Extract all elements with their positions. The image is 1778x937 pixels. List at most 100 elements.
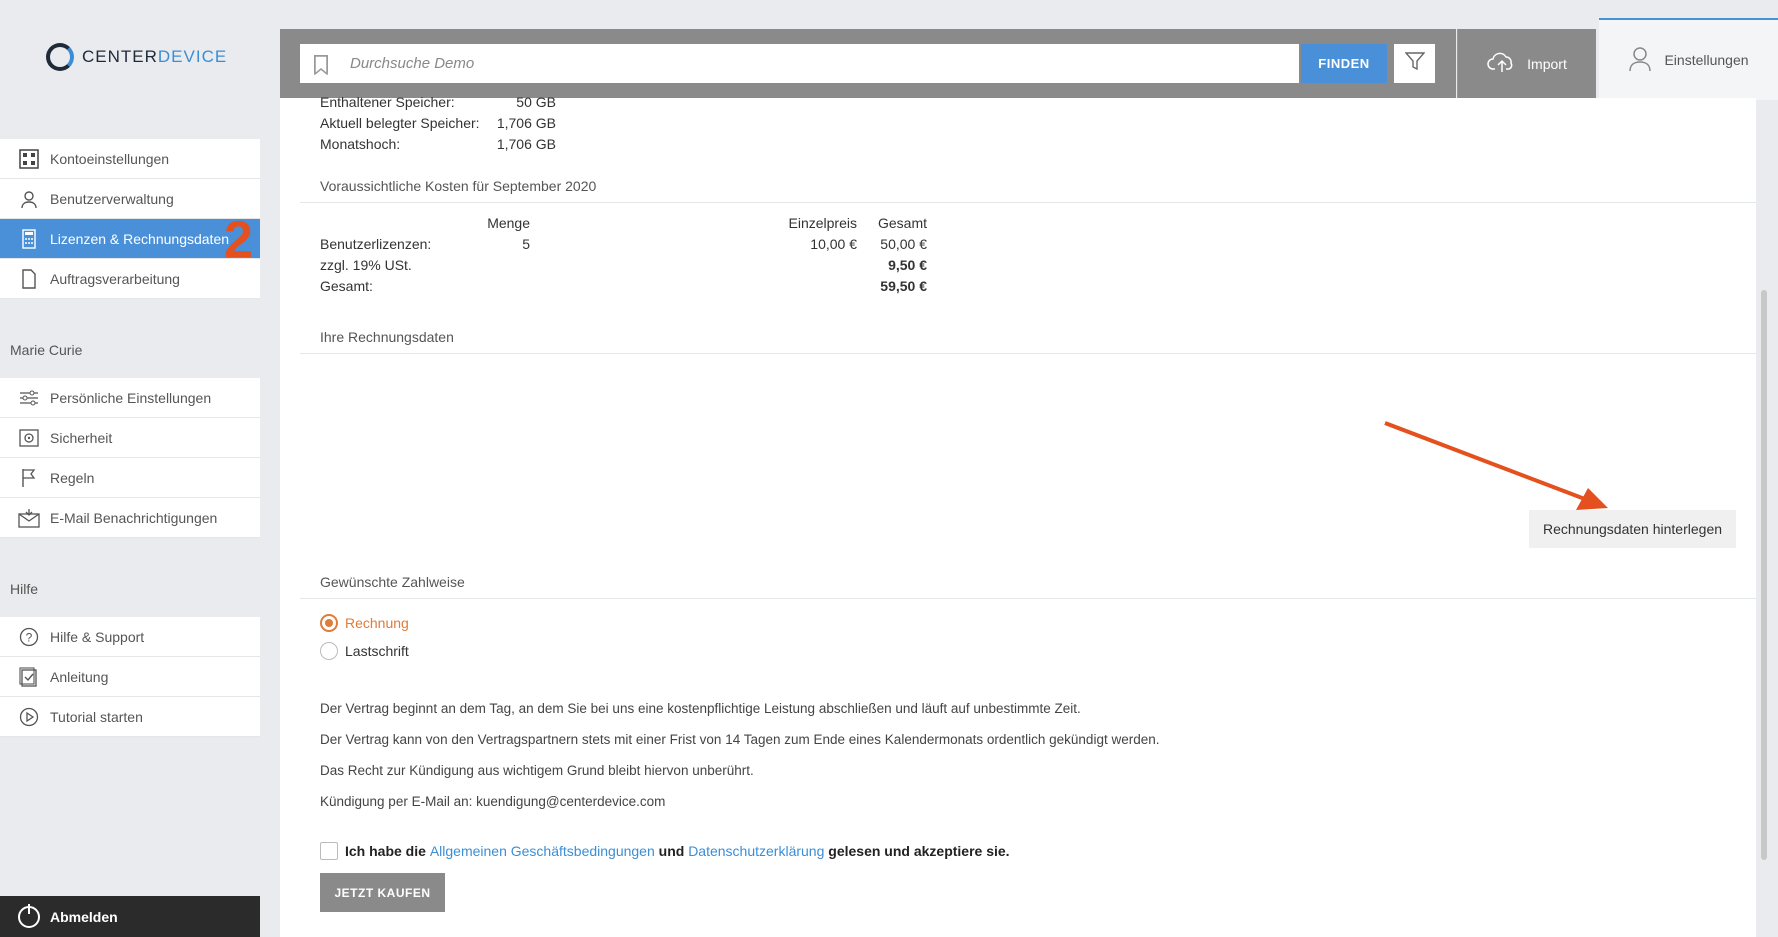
sidebar-item-label: Persönliche Einstellungen xyxy=(50,389,212,406)
contract-paragraph-3: Das Recht zur Kündigung aus wichtigem Gr… xyxy=(320,763,754,778)
safe-icon xyxy=(18,427,40,449)
import-button[interactable]: Import xyxy=(1457,29,1596,98)
top-bar: FINDEN xyxy=(280,29,1456,98)
sidebar-item-sicherheit[interactable]: Sicherheit xyxy=(0,418,260,458)
help-menu: ? Hilfe & Support Anleitung Tutorial sta… xyxy=(0,617,260,737)
contract-paragraph-2: Der Vertrag kann von den Vertragspartner… xyxy=(320,732,1160,747)
sidebar-item-label: Hilfe & Support xyxy=(50,628,145,645)
filter-button[interactable] xyxy=(1394,44,1435,83)
contract-paragraph-4: Kündigung per E-Mail an: kuendigung@cent… xyxy=(320,794,666,809)
user-menu: Persönliche Einstellungen Sicherheit Reg… xyxy=(0,378,260,538)
search-box xyxy=(300,44,1299,83)
storage-label-included: Enthaltener Speicher: xyxy=(320,94,455,110)
sidebar-item-anleitung[interactable]: Anleitung xyxy=(0,657,260,697)
storage-label-peak: Monatshoch: xyxy=(320,136,401,152)
svg-text:?: ? xyxy=(26,630,33,644)
settings-label: Einstellungen xyxy=(1664,52,1749,68)
sidebar-item-label: Kontoeinstellungen xyxy=(50,150,170,167)
sidebar-item-label: Tutorial starten xyxy=(50,708,143,725)
sidebar: CENTERDEVICE Kontoeinstellungen Benutzer… xyxy=(0,0,260,937)
search-input[interactable] xyxy=(350,55,1250,72)
settings-tab[interactable]: Einstellungen xyxy=(1599,18,1778,100)
radio-rechnung[interactable] xyxy=(320,614,338,632)
radio-lastschrift-label[interactable]: Lastschrift xyxy=(345,643,409,659)
costs-title: Voraussichtliche Kosten für September 20… xyxy=(320,178,597,194)
flag-icon xyxy=(18,467,40,489)
bookmark-icon[interactable] xyxy=(314,54,328,75)
sidebar-item-label: Anleitung xyxy=(50,668,109,685)
storage-value-included: 50 GB xyxy=(516,94,556,110)
calculator-icon xyxy=(18,228,40,250)
logo-icon xyxy=(46,43,74,71)
sidebar-item-label: Auftragsverarbeitung xyxy=(50,270,180,287)
costs-sum-total: 59,50 € xyxy=(880,278,927,294)
sidebar-item-label: Sicherheit xyxy=(50,429,113,446)
privacy-link[interactable]: Datenschutzerklärung xyxy=(688,843,824,859)
sidebar-item-hilfe-support[interactable]: ? Hilfe & Support xyxy=(0,617,260,657)
cloud-upload-icon xyxy=(1487,51,1517,76)
logout-button[interactable]: Abmelden xyxy=(0,896,260,937)
terms-checkbox[interactable] xyxy=(320,842,338,860)
question-icon: ? xyxy=(18,626,40,648)
costs-header-qty: Menge xyxy=(487,215,530,231)
sidebar-item-kontoeinstellungen[interactable]: Kontoeinstellungen xyxy=(0,139,260,179)
costs-licenses-qty: 5 xyxy=(522,236,530,252)
payment-title: Gewünschte Zahlweise xyxy=(320,574,465,590)
sidebar-item-persoenliche-einstellungen[interactable]: Persönliche Einstellungen xyxy=(0,378,260,418)
terms-text: Ich habe die Allgemeinen Geschäftsbeding… xyxy=(345,843,1010,859)
costs-vat-label: zzgl. 19% USt. xyxy=(320,257,412,273)
radio-rechnung-label[interactable]: Rechnung xyxy=(345,615,409,631)
sidebar-item-label: Lizenzen & Rechnungsdaten xyxy=(50,230,230,247)
sidebar-item-benutzerverwaltung[interactable]: Benutzerverwaltung xyxy=(0,179,260,219)
user-section-label: Marie Curie xyxy=(10,342,83,358)
checklist-icon xyxy=(18,666,40,688)
sidebar-item-label: Regeln xyxy=(50,469,95,486)
costs-sum-label: Gesamt: xyxy=(320,278,373,294)
arrow-icon xyxy=(1384,421,1608,510)
filter-icon xyxy=(1403,51,1426,76)
costs-licenses-total: 50,00 € xyxy=(880,236,927,252)
help-section-label: Hilfe xyxy=(10,581,39,597)
sidebar-item-tutorial[interactable]: Tutorial starten xyxy=(0,697,260,737)
sidebar-item-label: Benutzerverwaltung xyxy=(50,190,174,207)
scrollbar[interactable] xyxy=(1761,290,1767,860)
divider xyxy=(300,353,1756,354)
sidebar-item-auftragsverarbeitung[interactable]: Auftragsverarbeitung xyxy=(0,259,260,299)
main-content: Enthaltener Speicher: 50 GB Aktuell bele… xyxy=(280,94,1756,937)
power-icon xyxy=(18,903,40,928)
document-icon xyxy=(18,268,40,290)
logo-text: CENTERDEVICE xyxy=(82,47,228,66)
storage-label-used: Aktuell belegter Speicher: xyxy=(320,115,480,131)
logout-label: Abmelden xyxy=(50,908,118,925)
user-icon xyxy=(18,188,40,210)
sidebar-item-regeln[interactable]: Regeln xyxy=(0,458,260,498)
sidebar-item-lizenzen[interactable]: Lizenzen & Rechnungsdaten xyxy=(0,219,260,259)
sidebar-item-email-benachrichtigungen[interactable]: E-Mail Benachrichtigungen xyxy=(0,498,260,538)
envelope-icon xyxy=(18,507,40,529)
import-label: Import xyxy=(1527,55,1567,72)
billing-title: Ihre Rechnungsdaten xyxy=(320,329,454,345)
grid-icon xyxy=(18,148,40,170)
divider xyxy=(300,598,1756,599)
costs-licenses-unit: 10,00 € xyxy=(810,236,857,252)
billing-data-button[interactable]: Rechnungsdaten hinterlegen xyxy=(1529,510,1736,548)
costs-vat-total: 9,50 € xyxy=(888,257,927,273)
logo[interactable]: CENTERDEVICE xyxy=(46,43,227,71)
find-button[interactable]: FINDEN xyxy=(1301,44,1387,83)
buy-now-button[interactable]: JETZT KAUFEN xyxy=(320,873,445,912)
annotation-2: 2 xyxy=(224,211,253,269)
costs-licenses-label: Benutzerlizenzen: xyxy=(320,236,432,252)
radio-lastschrift[interactable] xyxy=(320,642,338,660)
terms-link[interactable]: Allgemeinen Geschäftsbedingungen xyxy=(430,843,655,859)
sidebar-item-label: E-Mail Benachrichtigungen xyxy=(50,509,218,526)
sliders-icon xyxy=(18,387,40,409)
contract-paragraph-1: Der Vertrag beginnt an dem Tag, an dem S… xyxy=(320,701,1081,716)
account-menu: Kontoeinstellungen Benutzerverwaltung Li… xyxy=(0,139,260,299)
user-icon xyxy=(1628,46,1652,75)
storage-value-peak: 1,706 GB xyxy=(496,136,556,152)
storage-value-used: 1,706 GB xyxy=(496,115,556,131)
play-icon xyxy=(18,706,40,728)
divider xyxy=(300,202,1756,203)
costs-header-total: Gesamt xyxy=(877,215,927,231)
costs-header-unit: Einzelpreis xyxy=(788,215,857,231)
